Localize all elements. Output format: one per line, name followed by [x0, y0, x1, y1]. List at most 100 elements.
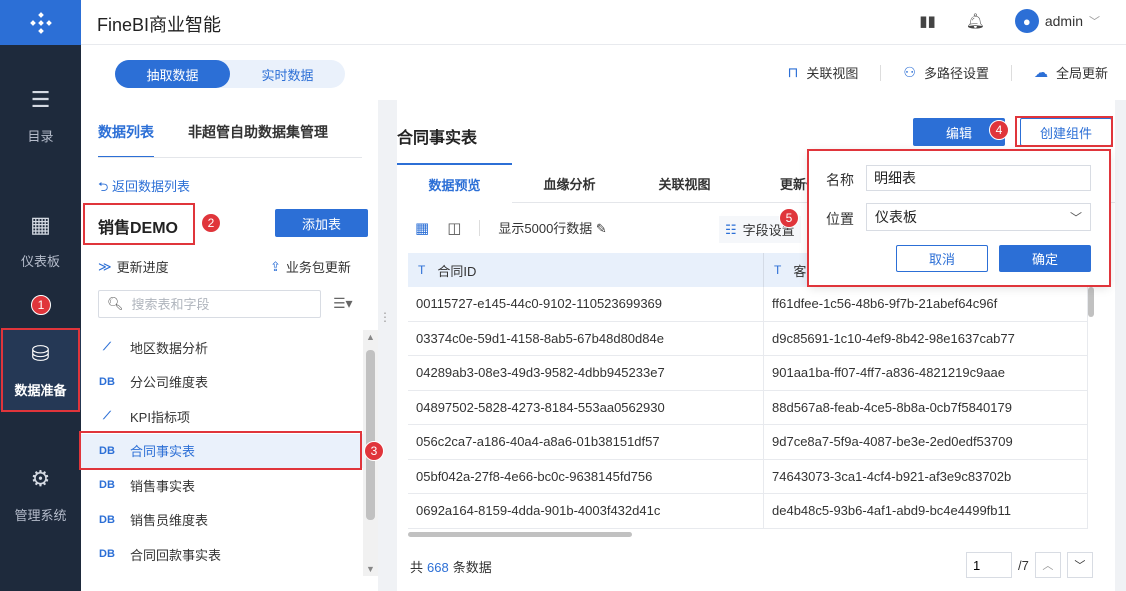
upload-icon: ⇪	[270, 258, 281, 274]
pagination: /7 ︿ ﹀	[966, 552, 1093, 578]
name-label: 名称	[826, 172, 854, 188]
page-total: /7	[1018, 557, 1029, 573]
package-update-link[interactable]: ⇪ 业务包更新	[270, 257, 351, 276]
relation-icon: ⊓	[787, 64, 799, 80]
app-title: FineBI商业智能	[97, 15, 222, 35]
table-item-salesperson-dim[interactable]: DB 销售员维度表	[81, 503, 363, 538]
nav-item-dashboard[interactable]: ▦ 仪表板	[0, 213, 81, 270]
text-type-icon: T	[774, 263, 782, 277]
analysis-icon: ⟋	[103, 409, 111, 422]
tab-self-service-dataset[interactable]: 非超管自助数据集管理	[188, 122, 328, 158]
back-arrow-icon: ⮌	[98, 179, 109, 194]
search-icon: 🔍︎	[107, 296, 124, 311]
text-type-icon: T	[418, 263, 426, 277]
page-number-input[interactable]	[966, 552, 1012, 578]
step-badge: 3	[364, 441, 384, 461]
segment-extract-data[interactable]: 抽取数据	[115, 60, 230, 88]
database-icon: ⛁	[31, 341, 50, 366]
table-row: 04897502-5828-4273-8184-553aa0562930 88d5…	[408, 390, 1088, 425]
field-list-icon: ☷	[725, 221, 737, 237]
user-menu[interactable]: ● admin ﹀	[1014, 9, 1100, 33]
bell-icon[interactable]: 🔔︎	[966, 12, 985, 30]
tab-relation-view[interactable]: 关联视图	[627, 163, 742, 203]
progress-icon: ≫	[98, 258, 112, 274]
relation-view-button[interactable]: ⊓ 关联视图	[787, 63, 858, 82]
create-component-popup: 名称 位置 仪表板﹀ 取消 确定	[809, 151, 1109, 285]
tab-lineage[interactable]: 血缘分析	[512, 163, 627, 203]
step-badge: 2	[201, 213, 221, 233]
table-horizontal-scrollbar[interactable]	[408, 532, 632, 537]
update-progress-link[interactable]: ≫ 更新进度	[98, 257, 169, 276]
gear-icon: ⚙	[30, 466, 51, 491]
db-table-icon: DB	[99, 444, 115, 457]
add-table-button[interactable]: 添加表	[275, 209, 368, 237]
prev-page-button[interactable]: ︿	[1034, 552, 1061, 578]
db-table-icon: DB	[99, 513, 115, 526]
list-icon: ☰	[30, 87, 51, 112]
nav-item-catalog[interactable]: ☰ 目录	[0, 88, 81, 145]
data-mode-switch: 抽取数据 实时数据	[115, 60, 345, 88]
grid-view-icon[interactable]: ▦	[415, 219, 429, 237]
cancel-button[interactable]: 取消	[896, 245, 988, 272]
package-name: 销售DEMO	[98, 220, 179, 237]
book-icon[interactable]: ▮▮	[919, 12, 936, 30]
tree-icon: ⚇	[903, 64, 916, 80]
position-select[interactable]: 仪表板 ﹀	[866, 203, 1091, 231]
global-update-button[interactable]: ☁ 全局更新	[1034, 63, 1108, 82]
table-title: 合同事实表	[397, 130, 478, 147]
table-row: 00115727-e145-44c0-9102-110523699369 ff61…	[408, 287, 1088, 322]
confirm-button[interactable]: 确定	[999, 245, 1091, 272]
row-count: 共 668 条数据	[410, 560, 492, 575]
multipath-settings-button[interactable]: ⚇ 多路径设置	[903, 63, 989, 82]
segment-realtime-data[interactable]: 实时数据	[230, 60, 345, 88]
scroll-down-icon: ▼	[366, 564, 375, 574]
table-item-region-analysis[interactable]: ⟋ 地区数据分析	[81, 330, 363, 365]
sub-bar: 抽取数据 实时数据 ⊓ 关联视图 ⚇ 多路径设置 ☁ 全局更新	[81, 45, 1126, 100]
dashboard-icon: ▦	[30, 212, 51, 237]
table-item-sales-fact[interactable]: DB 销售事实表	[81, 468, 363, 503]
component-name-input[interactable]	[866, 165, 1091, 191]
data-preview-table: T 合同ID T客 00115727-e145-44c0-9102-1105236…	[408, 253, 1088, 529]
table-search-box: 🔍︎	[98, 290, 321, 318]
table-row: 0692a164-8159-4dda-901b-4003f432d41c de4b…	[408, 494, 1088, 529]
data-list-panel: 数据列表 非超管自助数据集管理 ⮌ 返回数据列表 销售DEMO 添加表 ≫ 更新进…	[81, 100, 378, 591]
table-item-contract-payment[interactable]: DB 合同回款事实表	[81, 537, 363, 572]
top-bar: FineBI商业智能 ▮▮ 🔔︎ ● admin ﹀	[81, 0, 1126, 45]
show-rows-setting[interactable]: 显示5000行数据 ✎	[498, 218, 606, 237]
step-badge: 4	[989, 120, 1009, 140]
table-item-kpi[interactable]: ⟋ KPI指标项	[81, 399, 363, 434]
nav-item-admin[interactable]: ⚙ 管理系统	[0, 467, 81, 524]
table-vertical-scrollbar[interactable]	[1088, 287, 1096, 527]
layout-view-icon[interactable]: ◫	[447, 219, 461, 237]
next-page-button[interactable]: ﹀	[1066, 552, 1093, 578]
step-badge: 5	[779, 208, 799, 228]
table-item-branch-dim[interactable]: DB 分公司维度表	[81, 365, 363, 400]
search-input[interactable]	[131, 296, 312, 312]
filter-sort-icon[interactable]: ☰▾	[333, 295, 353, 312]
pencil-icon: ✎	[595, 221, 607, 236]
cloud-icon: ☁	[1033, 64, 1048, 80]
create-component-button[interactable]: 创建组件	[1020, 118, 1112, 146]
table-row: 03374c0e-59d1-4158-8ab5-67b48d80d84e d9c8…	[408, 321, 1088, 356]
app-logo-icon[interactable]	[0, 0, 81, 45]
step-badge: 1	[31, 295, 51, 315]
chevron-down-icon: ﹀	[1089, 16, 1100, 28]
analysis-icon: ⟋	[103, 340, 111, 353]
position-label: 位置	[826, 211, 854, 227]
tab-data-preview[interactable]: 数据预览	[397, 163, 512, 203]
table-item-contract-fact[interactable]: DB 合同事实表	[81, 433, 363, 468]
tab-data-list[interactable]: 数据列表	[98, 122, 154, 158]
db-table-icon: DB	[99, 375, 115, 388]
table-row: 04289ab3-08e3-49d3-9582-4dbb945233e7 901a…	[408, 356, 1088, 391]
table-row: 056c2ca7-a186-40a4-a8a6-01b38151df57 9d7c…	[408, 425, 1088, 460]
db-table-icon: DB	[99, 548, 115, 561]
table-list: ⟋ 地区数据分析 DB 分公司维度表 ⟋ KPI指标项 DB 合同事实表 DB 销售事实表…	[81, 330, 363, 572]
back-to-list-link[interactable]: ⮌ 返回数据列表	[98, 176, 190, 200]
chevron-down-icon: ﹀	[1069, 210, 1082, 225]
panel-splitter-handle[interactable]: ⋮	[379, 310, 391, 324]
scroll-up-icon: ▲	[366, 332, 375, 342]
table-row: 05bf042a-27f8-4e66-bc0c-9638145fd756 7464…	[408, 459, 1088, 494]
db-table-icon: DB	[99, 479, 115, 492]
nav-item-data-prep[interactable]: ⛁ 数据准备	[0, 330, 81, 410]
column-header-contract-id[interactable]: T 合同ID	[408, 253, 764, 287]
